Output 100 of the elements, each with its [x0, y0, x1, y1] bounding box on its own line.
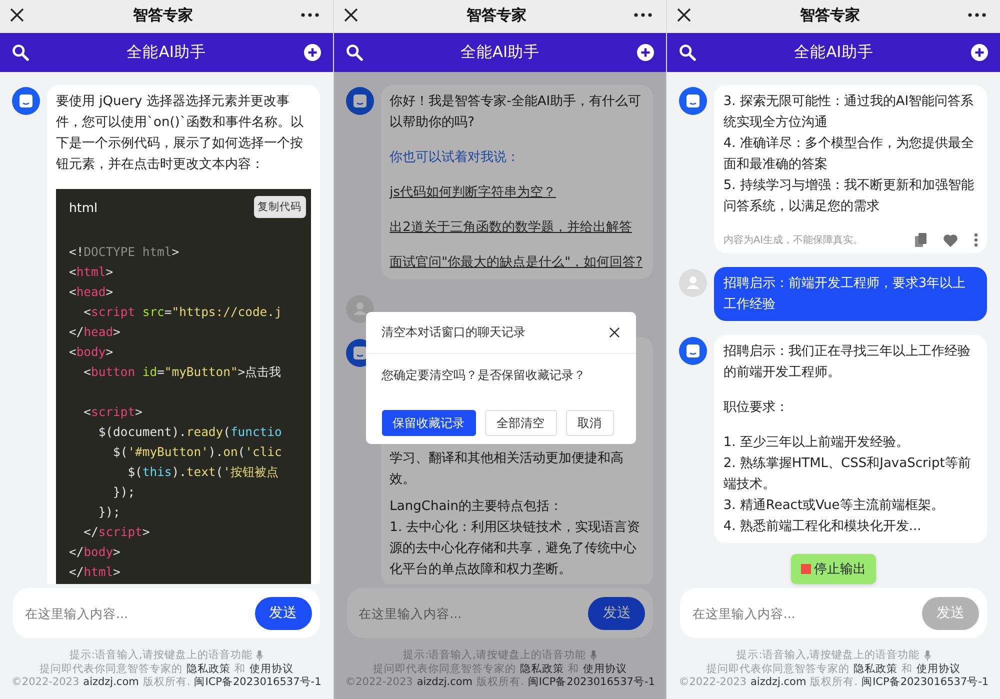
bot-avatar [12, 87, 40, 115]
code-line: </head> [69, 324, 122, 341]
header-title: 全能AI助手 [126, 42, 206, 63]
send-button[interactable]: 发送 [254, 596, 312, 630]
header-title: 全能AI助手 [460, 42, 540, 63]
send-button[interactable]: 发送 [588, 596, 646, 630]
footer-link[interactable]: 使用协议 [249, 662, 294, 676]
message-text: 你好！我是智答专家-全能AI助手，有什么可以帮助你的吗? [390, 93, 642, 132]
footer-link[interactable]: aizdzj.com [750, 676, 806, 690]
footer-text: 和 [234, 662, 246, 676]
window-title: 智答专家 [132, 6, 193, 24]
footer-text: 提问即代表你同意智答专家的 [373, 662, 516, 676]
disclaimer-text: 内容为AI生成，不能保障真实。 [723, 234, 864, 247]
copy-icon[interactable] [915, 233, 928, 247]
add-icon[interactable] [304, 44, 321, 61]
dialog-button[interactable]: 取消 [566, 410, 614, 436]
more-vertical-icon[interactable] [974, 233, 978, 247]
footer-link[interactable]: 闽ICP备2023016537号-1 [528, 676, 655, 690]
code-line: </script> [82, 524, 151, 541]
microphone-icon [924, 650, 931, 662]
close-icon[interactable] [676, 7, 692, 23]
footer-link[interactable]: aizdzj.com [83, 676, 139, 690]
code-line: <head> [69, 284, 114, 301]
dialog-message: 您确定要清空吗？是否保留收藏记录？ [380, 367, 587, 384]
footer-link[interactable]: 隐私政策 [854, 662, 898, 676]
prompt-text: 你也可以试着对我说： [390, 149, 521, 167]
dialog-button[interactable]: 保留收藏记录 [382, 410, 476, 436]
footer-text: 版权所有. [476, 676, 524, 690]
close-icon[interactable] [342, 7, 359, 23]
footer-link[interactable]: 使用协议 [916, 662, 961, 676]
footer-text: ©2022-2023 [678, 676, 746, 690]
footer-text: 提示:语音输入,请按键盘上的语音功能 [403, 649, 586, 662]
message-text: 4. 准确详尽：多个模型合作，为您提供最全面和最准确的答案 [723, 135, 975, 174]
bot-avatar [679, 87, 708, 115]
code-line: <script src="https://code.j [82, 304, 283, 321]
code-line: </body> [69, 544, 122, 561]
close-icon[interactable] [9, 7, 25, 23]
more-icon[interactable] [300, 13, 319, 17]
footer-text: 版权所有. [810, 676, 858, 690]
header-title: 全能AI助手 [794, 42, 874, 63]
message-text: 1. 去中心化：利用区块链技术，实现语言资源的去中心化存储和共享，避免了传统中心化平台的单点故障和权力垄断。 [390, 519, 642, 579]
search-icon[interactable] [679, 44, 696, 61]
footer-link[interactable]: 闽ICP备2023016537号-1 [194, 676, 322, 690]
footer-link[interactable]: 隐私政策 [186, 662, 230, 676]
window-title: 智答专家 [466, 6, 526, 24]
suggestion-link[interactable]: 面试官问"你最大的缺点是什么"，如何回答? [390, 252, 644, 273]
code-line: <!DOCTYPE html> [69, 244, 180, 261]
heart-icon[interactable] [943, 234, 958, 246]
footer-text: ©2022-2023 [345, 676, 413, 690]
search-icon[interactable] [346, 44, 363, 61]
code-line: $(this).text('按钮被点 [126, 464, 280, 481]
copy-code-button[interactable]: 复制代码 [254, 196, 306, 218]
code-language: html [69, 200, 98, 214]
message-field[interactable]: 在这里输入内容... 发送 [346, 588, 654, 638]
message-text: 3. 探索无限可能性：通过我的AI智能问答系统实现全方位沟通 [723, 93, 975, 132]
message-text: 1. 至少三年以上前端开发经验。 [723, 434, 910, 452]
code-line: $('#myButton').on('clic [112, 444, 283, 461]
footer-text: ©2022-2023 [11, 676, 80, 690]
microphone-icon [590, 650, 597, 662]
more-icon[interactable] [968, 13, 986, 17]
footer-text: 和 [902, 662, 913, 676]
footer-text: 提示:语音输入,请按键盘上的语音功能 [69, 649, 252, 662]
code-line: <button id="myButton">点击我 [82, 364, 282, 381]
code-line: $(document).ready(functio [97, 424, 283, 441]
code-line: </html> [69, 564, 122, 581]
footer-link[interactable]: 隐私政策 [520, 662, 564, 676]
suggestion-link[interactable]: js代码如何判断字符串为空？ [390, 182, 644, 203]
message-text: 职位要求： [723, 399, 790, 417]
add-icon[interactable] [637, 44, 654, 61]
code-line: <body> [69, 344, 114, 361]
footer-link[interactable]: 闽ICP备2023016537号-1 [862, 676, 989, 690]
message-text: 学习、翻译和其他相关活动更加便捷和高效。 [390, 450, 625, 489]
message-text: 招聘启示：前端开发工程师，要求3年以上工作经验 [723, 275, 967, 314]
message-text: 3. 精通React或Vue等主流前端框架。 [723, 497, 945, 515]
footer-link[interactable]: aizdzj.com [416, 676, 473, 690]
message-text: 要使用 jQuery 选择器选择元素并更改事件，您可以使用`on()`函数和事件名称。以下是一个示例代码，展示了如何选择一个按钮元素，并在点击时更改文本内容： [56, 93, 304, 174]
footer-link[interactable]: 使用协议 [583, 662, 627, 676]
dialog-button[interactable]: 全部清空 [484, 410, 557, 436]
more-icon[interactable] [634, 13, 652, 17]
message-text: 4. 熟悉前端工程化和模块化开发... [723, 518, 922, 536]
close-icon[interactable] [609, 327, 620, 338]
stop-button[interactable]: 停止输出 [791, 554, 876, 584]
message-field[interactable]: 在这里输入内容... 发送 [13, 588, 320, 638]
search-icon[interactable] [12, 44, 29, 61]
message-text: 招聘启示：我们正在寻找三年以上工作经验的前端开发工程师。 [723, 343, 972, 382]
footer-text: 提示:语音输入,请按键盘上的语音功能 [736, 649, 920, 662]
user-avatar [679, 269, 708, 297]
bot-avatar [679, 337, 708, 365]
code-line: <html> [69, 264, 114, 281]
footer-text: 提问即代表你同意智答专家的 [706, 662, 850, 676]
microphone-icon [256, 650, 264, 662]
suggestion-link[interactable]: 出2道关于三角函数的数学题，并给出解答 [390, 217, 644, 238]
message-text: LangChain的主要特点包括： [390, 498, 564, 516]
code-line: }); [97, 504, 122, 521]
dialog-title: 清空本对话窗口的聊天记录 [382, 324, 526, 341]
message-text: 2. 熟练掌握HTML、CSS和JavaScript等前端技术。 [723, 455, 972, 494]
window-title: 智答专家 [800, 6, 860, 24]
add-icon[interactable] [971, 44, 988, 61]
footer-text: 版权所有. [142, 676, 190, 690]
code-line: }); [112, 484, 136, 501]
